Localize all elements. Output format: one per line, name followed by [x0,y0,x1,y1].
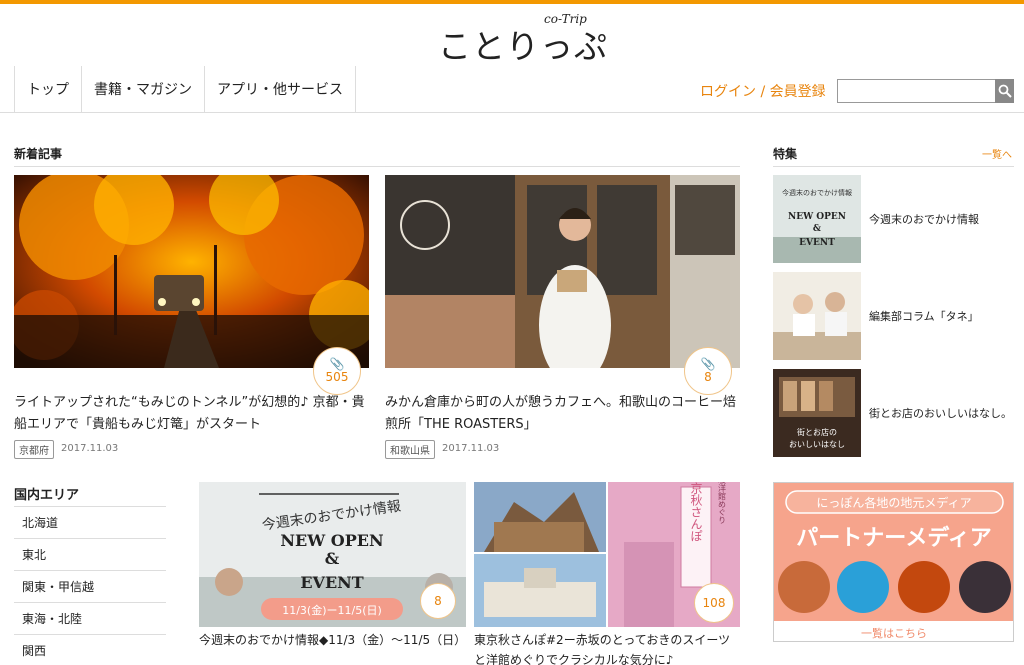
article-1-date: 2017.11.03 [61,443,119,454]
areas-section-title: 国内エリア [14,488,80,503]
article-1-title[interactable]: ライトアップされた“もみじのトンネル”が幻想的♪ 京都・貴船エリアで「貴船もみじ… [14,392,369,436]
article-1-photo[interactable] [14,175,369,368]
logo-sub-text: co-Trip [544,12,587,26]
nav-item-top[interactable]: トップ [15,66,82,112]
search-box [837,79,1014,103]
paperclip-icon: 📎 [700,357,716,371]
svg-text:NEW OPEN: NEW OPEN [788,212,846,222]
partner-media-banner[interactable]: にっぽん各地の地元メディア パートナーメディア 一覧はこちら [773,482,1014,642]
top-accent-bar [0,0,1024,4]
article-2-title[interactable]: みかん倉庫から町の人が憩うカフェへ。和歌山のコーヒー焙煎所「THE ROASTE… [385,392,740,436]
cafe-roasters-image [385,175,740,368]
svg-text:おいしいはなし: おいしいはなし [789,440,845,449]
svg-text:NEW OPEN: NEW OPEN [280,531,383,550]
logo-main-text: ことりっぷ [438,27,608,66]
search-icon [998,84,1012,98]
feature-item-food-stories[interactable]: 街とお店の おいしいはなし 街とお店のおいしいはなし。 [773,369,1017,457]
svg-text:にっぽん各地の地元メディア: にっぽん各地の地元メディア [816,495,971,510]
svg-text:東京秋さんぽ: 東京秋さんぽ [689,482,703,542]
autumn-tunnel-image [14,175,369,368]
svg-text:パートナーメディア: パートナーメディア [796,525,992,551]
weekend-event-thumb: 今週末のおでかけ情報 NEW OPEN & EVENT [773,175,861,263]
area-item-kansai[interactable]: 関西 [14,634,166,665]
area-item-kanto[interactable]: 関東・甲信越 [14,570,166,601]
article-1-area-tag[interactable]: 京都府 [14,440,54,459]
news-title-divider [14,166,740,167]
svg-text:今週末のおでかけ情報: 今週末のおでかけ情報 [782,188,852,197]
search-button[interactable] [995,79,1014,103]
shop-story-thumb: 街とお店の おいしいはなし [773,369,861,457]
article-2-date: 2017.11.03 [442,443,500,454]
feature-item-weekend[interactable]: 今週末のおでかけ情報 NEW OPEN & EVENT 今週末のおでかけ情報 [773,175,1017,263]
svg-text:一覧はこちら: 一覧はこちら [861,626,927,640]
paperclip-icon: 📎 [329,357,345,371]
svg-text:EVENT: EVENT [799,238,835,248]
editorial-column-thumb [773,272,861,360]
article-3-clip-count[interactable]: 8 [420,583,456,619]
article-2-photo[interactable] [385,175,740,368]
search-input[interactable] [837,79,995,103]
nav-item-books[interactable]: 書籍・マガジン [82,66,205,112]
article-4-title[interactable]: 東京秋さんぽ#2ー赤坂のとっておきのスイーツと洋館めぐりでクラシカルな気分に♪ [474,630,740,665]
article-2-area-tag[interactable]: 和歌山県 [385,440,435,459]
features-section-title: 特集 [773,147,798,161]
main-nav: トップ 書籍・マガジン アプリ・他サービス [14,66,356,112]
svg-text:&: & [325,549,340,568]
feature-thumb-food-stories: 街とお店の おいしいはなし [773,369,861,457]
svg-text:赤坂洋館めぐり: 赤坂洋館めぐり [718,482,727,524]
article-3-title[interactable]: 今週末のおでかけ情報◆11/3（金）～11/5（日） [199,630,466,650]
area-item-tokai[interactable]: 東海・北陸 [14,602,166,633]
svg-text:街とお店の: 街とお店の [797,427,837,437]
login-link[interactable]: ログイン / 会員登録 [700,81,826,101]
partner-banner-graphic: にっぽん各地の地元メディア パートナーメディア 一覧はこちら [774,483,1013,641]
article-2-clip-count[interactable]: 📎 8 [684,347,732,395]
features-more-link[interactable]: 一覧へ [982,146,1012,161]
svg-text:&: & [813,224,821,234]
feature-thumb-column [773,272,861,360]
article-1-clip-count[interactable]: 📎 505 [313,347,361,395]
site-logo[interactable]: ことりっぷ co-Trip [438,12,607,66]
news-section-title: 新着記事 [14,147,63,161]
article-4-clip-count[interactable]: 108 [694,583,734,623]
nav-item-apps[interactable]: アプリ・他サービス [205,66,356,112]
area-item-hokkaido[interactable]: 北海道 [14,506,166,537]
feature-label-food-stories: 街とお店のおいしいはなし。 [869,406,1012,420]
feature-item-column[interactable]: 編集部コラム「タネ」 [773,272,1017,360]
feature-thumb-weekend: 今週末のおでかけ情報 NEW OPEN & EVENT [773,175,861,263]
feature-label-column: 編集部コラム「タネ」 [869,309,979,323]
area-item-tohoku[interactable]: 東北 [14,538,166,569]
features-title-divider [773,166,1014,167]
svg-text:EVENT: EVENT [300,573,363,592]
feature-label-weekend: 今週末のおでかけ情報 [869,212,979,226]
svg-text:11/3(金)ー11/5(日): 11/3(金)ー11/5(日) [282,603,382,617]
nav-divider [0,112,1024,113]
